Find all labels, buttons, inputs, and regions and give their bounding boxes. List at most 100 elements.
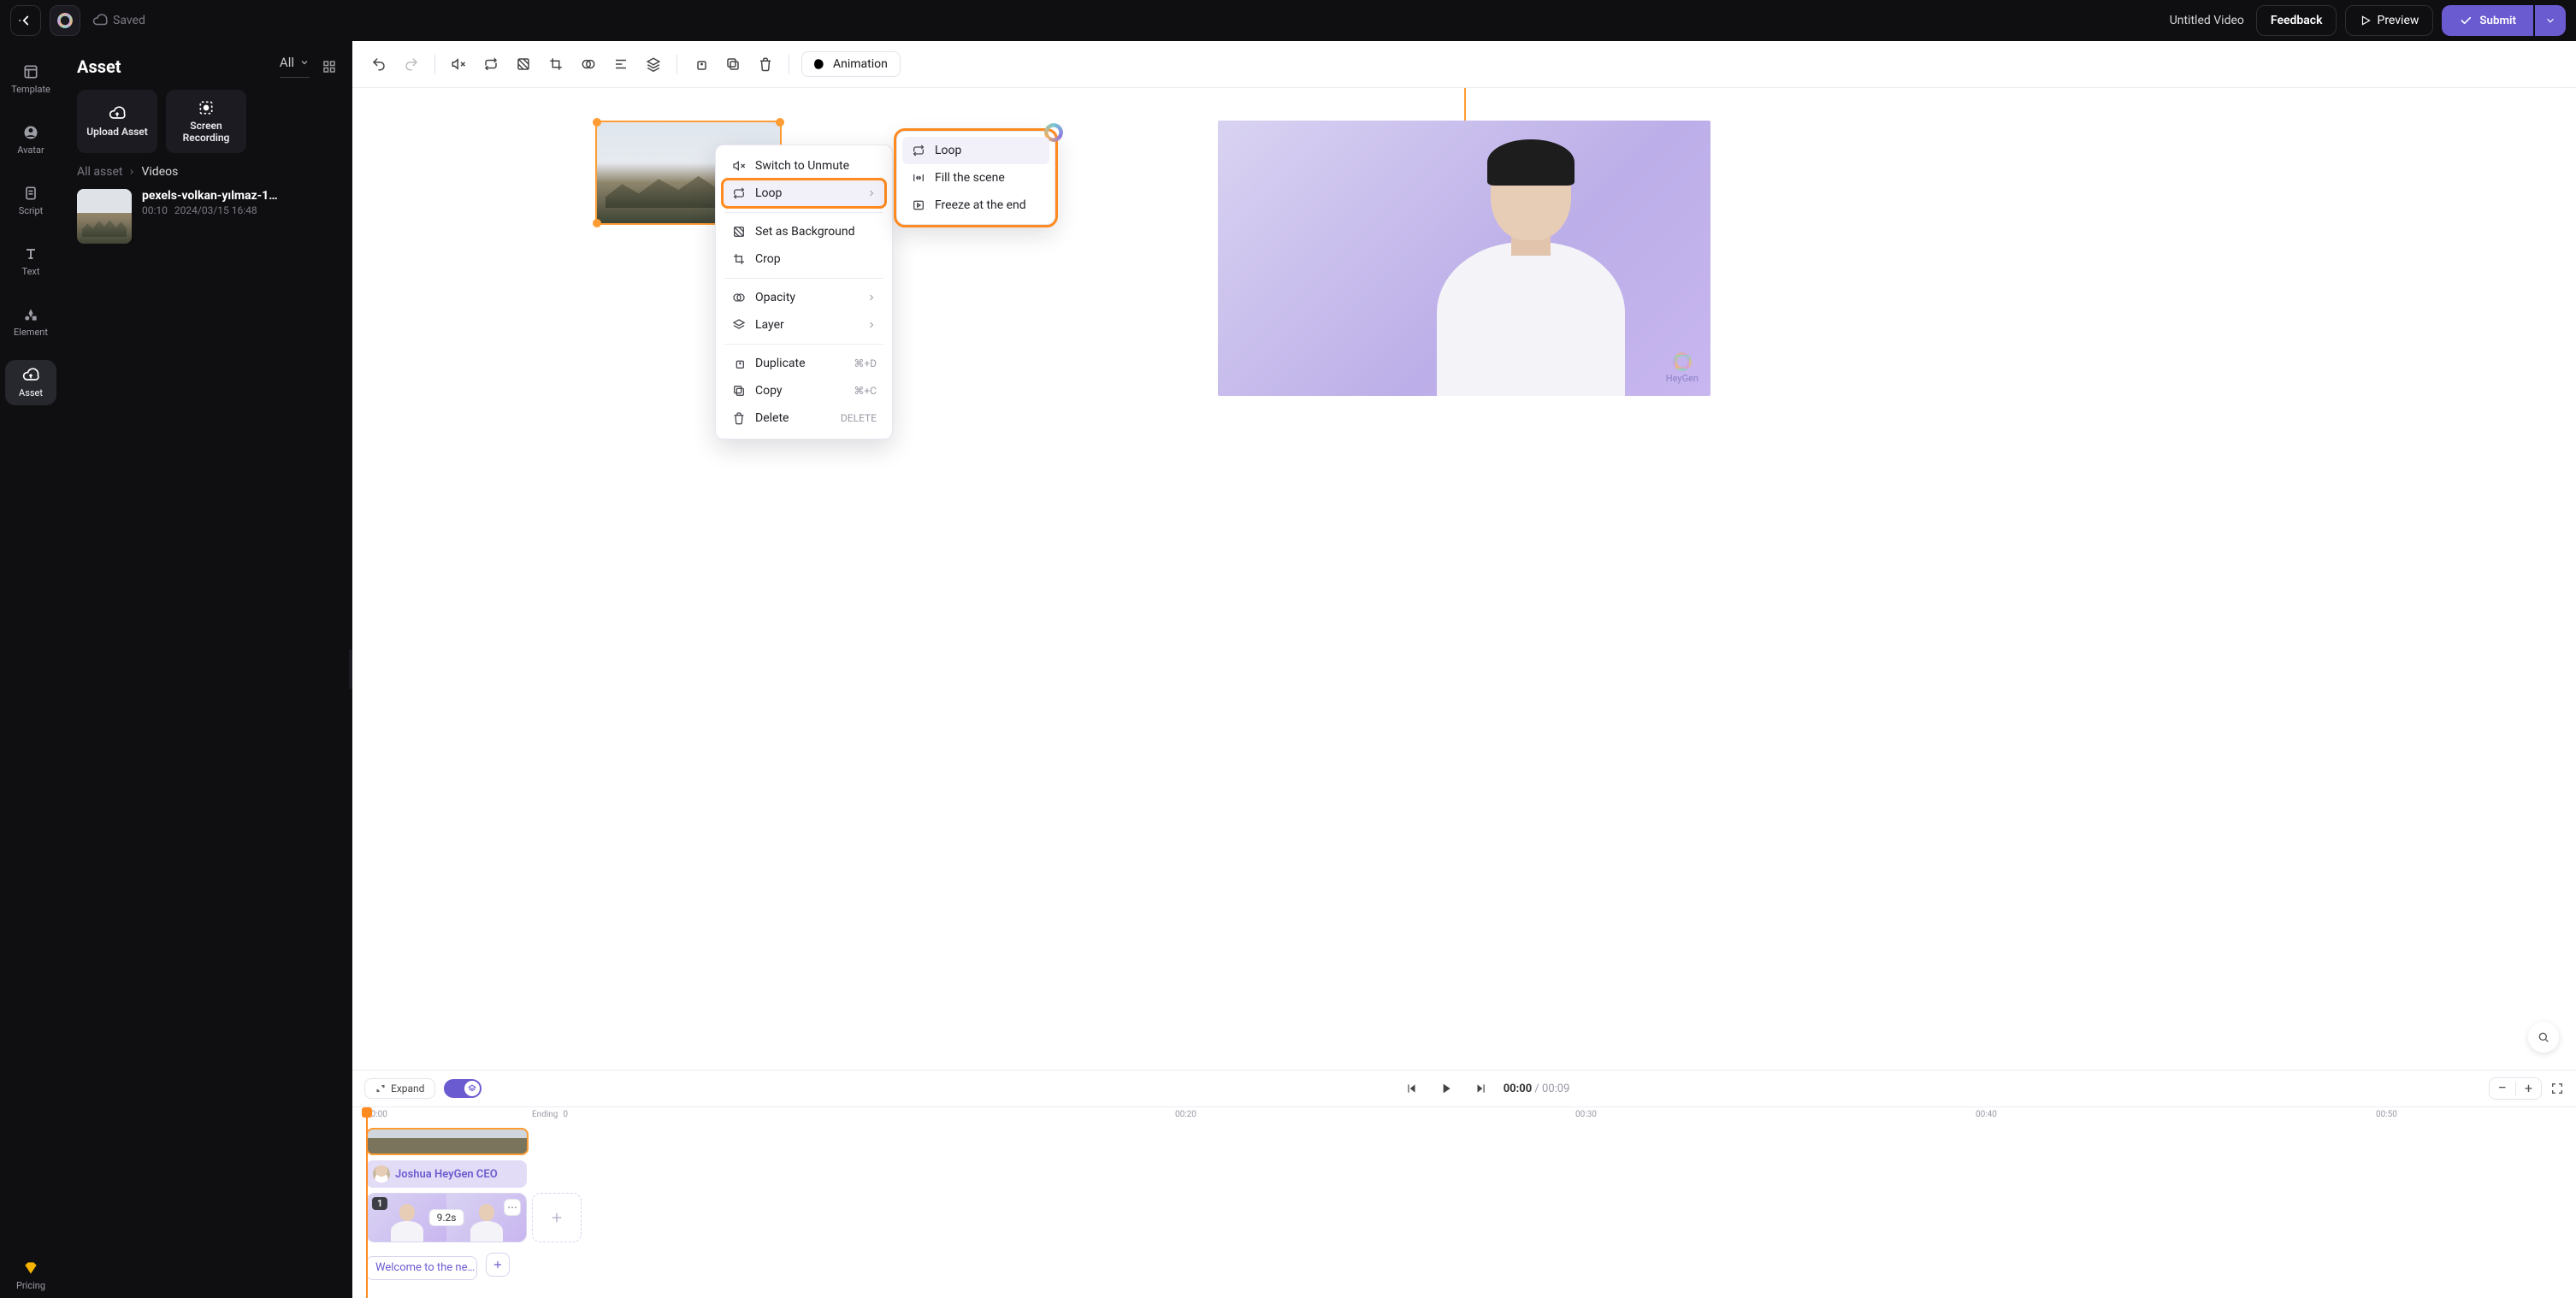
context-delete[interactable]: Delete DELETE [723, 404, 885, 432]
watermark: HeyGen [1666, 352, 1699, 384]
crop-button[interactable] [541, 50, 570, 79]
timeline-controls: Expand 00:00 / 00:09 [352, 1070, 2576, 1106]
video-clip[interactable] [366, 1128, 529, 1155]
cloud-upload-icon [22, 367, 39, 384]
scene-canvas[interactable]: HeyGen [1218, 121, 1710, 396]
opacity-icon [581, 56, 596, 72]
loop-icon [732, 186, 746, 200]
canvas-playhead-indicator [1464, 88, 1466, 121]
template-icon [22, 63, 39, 80]
redo-icon [404, 56, 419, 72]
screen-recording-button[interactable]: Screen Recording [166, 90, 246, 153]
submit-dropdown[interactable] [2535, 5, 2566, 36]
context-crop[interactable]: Crop [723, 245, 885, 273]
context-layer[interactable]: Layer [723, 311, 885, 339]
skip-forward-icon [1474, 1083, 1486, 1094]
animation-button[interactable]: Animation [801, 51, 901, 77]
loop-button[interactable] [476, 50, 505, 79]
volume-off-icon [732, 159, 746, 173]
nav-text[interactable]: Text [5, 239, 56, 284]
expand-timeline-button[interactable]: Expand [364, 1078, 435, 1099]
canvas-area[interactable]: HeyGen Switch to Unmute [352, 88, 2576, 1070]
fit-width-icon [912, 171, 925, 185]
scene-index-badge: 1 [372, 1197, 387, 1210]
context-opacity[interactable]: Opacity [723, 284, 885, 311]
align-button[interactable] [606, 50, 635, 79]
asset-duration: 00:10 [142, 204, 168, 216]
duplicate-icon [732, 357, 746, 370]
opacity-button[interactable] [574, 50, 603, 79]
preview-button[interactable]: Preview [2345, 5, 2433, 36]
redo-button[interactable] [397, 50, 426, 79]
add-scene-button[interactable] [532, 1193, 582, 1242]
timeline[interactable]: 00:00 Ending0 00:20 00:30 00:40 00:50 Jo… [352, 1106, 2576, 1298]
crop-icon [732, 252, 746, 266]
playhead[interactable] [366, 1107, 368, 1298]
nav-avatar[interactable]: Avatar [5, 117, 56, 162]
copy-button[interactable] [718, 50, 747, 79]
zoom-fit-button[interactable] [2528, 1022, 2559, 1053]
copy-icon [725, 56, 741, 72]
nav-template[interactable]: Template [5, 56, 56, 102]
copy-icon [732, 384, 746, 398]
timeline-toggle[interactable] [444, 1079, 482, 1098]
timeline-zoom: − + [2489, 1077, 2542, 1100]
delete-button[interactable] [751, 50, 780, 79]
screen-record-icon [198, 99, 215, 116]
zoom-out-button[interactable]: − [2498, 1081, 2507, 1096]
undo-icon [371, 56, 387, 72]
chevron-down-icon [299, 57, 310, 68]
context-unmute[interactable]: Switch to Unmute [723, 152, 885, 180]
nav-pricing[interactable]: Pricing [5, 1253, 56, 1298]
asset-filter-select[interactable]: All [280, 55, 310, 78]
resize-handle[interactable] [593, 118, 601, 127]
caption-chip[interactable]: Welcome to the ne… [366, 1256, 477, 1280]
zoom-in-button[interactable]: + [2525, 1082, 2532, 1095]
loop-option-fill-scene[interactable]: Fill the scene [902, 164, 1049, 192]
resize-handle[interactable] [593, 219, 601, 227]
plus-icon [549, 1210, 564, 1225]
mute-button[interactable] [444, 50, 473, 79]
duplicate-button[interactable] [686, 50, 715, 79]
asset-breadcrumb[interactable]: All asset Videos [77, 165, 337, 179]
feedback-button[interactable]: Feedback [2256, 5, 2337, 36]
magnify-icon [2537, 1030, 2550, 1044]
chevron-right-icon [127, 168, 136, 176]
background-button[interactable] [509, 50, 538, 79]
nav-asset[interactable]: Asset [5, 360, 56, 405]
back-button[interactable] [10, 5, 41, 36]
submit-button[interactable]: Submit [2442, 5, 2533, 36]
context-copy[interactable]: Copy ⌘+C [723, 377, 885, 404]
resize-handle[interactable] [776, 118, 784, 127]
asset-item[interactable]: pexels-volkan-yılmaz-1… 00:10 2024/03/15… [77, 189, 337, 244]
next-frame-button[interactable] [1469, 1077, 1492, 1100]
chevron-right-icon [866, 188, 877, 198]
play-button[interactable] [1435, 1077, 1457, 1100]
layer-button[interactable] [639, 50, 668, 79]
trash-icon [758, 56, 773, 72]
asset-name: pexels-volkan-yılmaz-1… [142, 189, 278, 203]
nav-element[interactable]: Element [5, 299, 56, 345]
timeline-ruler: 00:00 Ending0 00:20 00:30 00:40 00:50 [352, 1107, 2576, 1124]
prev-frame-button[interactable] [1401, 1077, 1423, 1100]
upload-asset-button[interactable]: Upload Asset [77, 90, 157, 153]
app-logo [50, 5, 80, 36]
undo-button[interactable] [364, 50, 393, 79]
freeze-frame-icon [912, 198, 925, 212]
context-set-background[interactable]: Set as Background [723, 218, 885, 245]
context-loop[interactable]: Loop [723, 180, 885, 207]
loop-option-loop[interactable]: Loop [902, 137, 1049, 164]
text-icon [22, 245, 39, 263]
loop-option-freeze-end[interactable]: Freeze at the end [902, 192, 1049, 219]
context-duplicate[interactable]: Duplicate ⌘+D [723, 350, 885, 377]
toggle-knob-icon [464, 1081, 480, 1096]
project-title[interactable]: Untitled Video [2170, 14, 2244, 27]
audio-clip[interactable]: Joshua HeyGen CEO [366, 1160, 527, 1188]
add-caption-button[interactable] [486, 1253, 510, 1277]
scene-more-button[interactable]: ⋯ [504, 1199, 521, 1216]
asset-thumbnail [77, 189, 132, 244]
grid-view-toggle[interactable] [322, 59, 337, 74]
scene-clip[interactable]: 1 9.2s ⋯ [366, 1193, 527, 1242]
nav-script[interactable]: Script [5, 178, 56, 223]
timeline-fit-button[interactable] [2550, 1082, 2564, 1095]
